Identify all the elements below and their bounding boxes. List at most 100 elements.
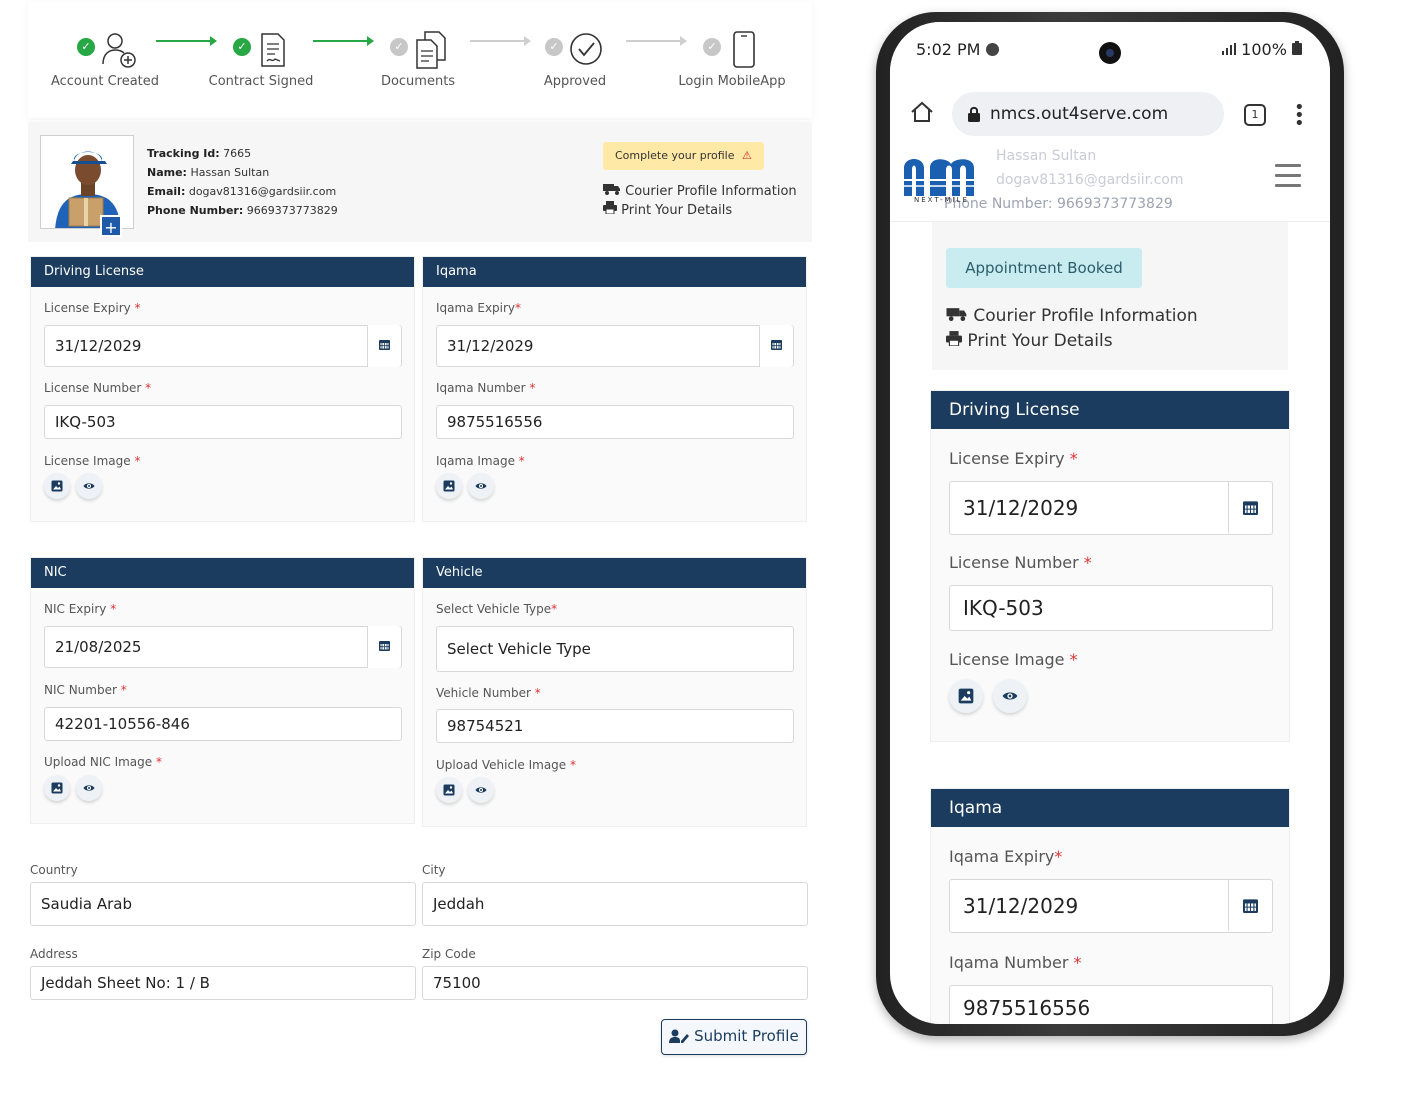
nic-expiry-input[interactable]: 21/08/2025 — [44, 626, 402, 668]
calendar-button[interactable] — [1228, 879, 1272, 931]
upload-image-button[interactable] — [949, 679, 983, 713]
license-expiry-input[interactable]: 31/12/2029 — [44, 325, 402, 367]
battery-icon — [1292, 41, 1302, 55]
iqama-panel: Iqama Iqama Expiry* 31/12/2029 Iqama Num… — [422, 256, 807, 522]
license-number-input[interactable]: IKQ-503 — [949, 585, 1273, 631]
country-input[interactable]: Saudia Arab — [30, 882, 416, 926]
hamburger-menu-icon[interactable] — [1275, 164, 1301, 194]
calendar-button[interactable] — [367, 626, 401, 668]
tracking-value: 7665 — [223, 147, 252, 160]
truck-icon — [946, 308, 967, 321]
print-details-link[interactable]: Print Your Details — [603, 201, 797, 220]
license-image-label: License Image * — [44, 454, 141, 468]
step-label: Approved — [543, 74, 607, 89]
mobile-icon — [733, 31, 755, 68]
city-input[interactable]: Jeddah — [422, 882, 808, 926]
warning-badge-text: Complete your profile — [615, 149, 735, 162]
mobile-courier-profile-link[interactable]: Courier Profile Information — [946, 304, 1198, 329]
vehicle-type-select[interactable]: Select Vehicle Type — [436, 626, 794, 672]
ghost-email: dogav81316@gardsiir.com — [996, 172, 1184, 188]
iqama-expiry-label: Iqama Expiry* — [436, 301, 522, 315]
iqama-number-input[interactable]: 9875516556 — [436, 405, 794, 439]
submit-profile-button[interactable]: Submit Profile — [661, 1019, 807, 1055]
zip-code-label: Zip Code — [422, 947, 476, 961]
step-label: Account Created — [50, 74, 160, 89]
step-contract-signed: ✓ Contract Signed — [186, 30, 336, 89]
check-icon: ✓ — [545, 38, 563, 56]
vehicle-image-actions — [436, 777, 494, 803]
upload-image-button[interactable] — [44, 775, 70, 801]
courier-profile-link[interactable]: Courier Profile Information — [603, 182, 797, 201]
view-image-button[interactable] — [76, 473, 102, 499]
city-label: City — [422, 863, 446, 877]
upload-image-button[interactable] — [44, 473, 70, 499]
view-image-button[interactable] — [468, 473, 494, 499]
mobile-print-details-label: Print Your Details — [967, 331, 1113, 351]
browser-menu-icon[interactable]: • • • — [1294, 99, 1305, 133]
url-bar[interactable]: nmcs.out4serve.com — [952, 92, 1224, 136]
url-text: nmcs.out4serve.com — [990, 104, 1169, 124]
calendar-button[interactable] — [1228, 481, 1272, 533]
address-input[interactable]: Jeddah Sheet No: 1 / B — [30, 966, 416, 1000]
iqama-expiry-input[interactable]: 31/12/2029 — [436, 325, 794, 367]
contract-icon — [261, 33, 285, 67]
nic-number-input[interactable]: 42201-10556-846 — [44, 707, 402, 741]
phone-label: Phone Number: — [147, 204, 244, 217]
upload-image-button[interactable] — [436, 777, 462, 803]
appointment-booked-badge: Appointment Booked — [946, 248, 1142, 288]
iqama-expiry-input[interactable]: 31/12/2029 — [949, 879, 1273, 933]
license-number-value: IKQ-503 — [55, 413, 116, 431]
status-signal: 100% — [1222, 40, 1302, 59]
home-icon[interactable] — [910, 100, 934, 124]
mobile-print-details-link[interactable]: Print Your Details — [946, 329, 1198, 354]
nic-expiry-value: 21/08/2025 — [55, 638, 142, 656]
image-icon — [51, 480, 63, 492]
add-photo-button[interactable]: + — [100, 215, 122, 237]
iqama-expiry-label: Iqama Expiry* — [949, 847, 1063, 866]
license-image-actions — [949, 679, 1027, 713]
vehicle-number-input[interactable]: 98754521 — [436, 709, 794, 743]
check-icon: ✓ — [703, 38, 721, 56]
logo-tagline: NEXT-MILE — [914, 196, 969, 204]
site-header: Hassan Sultan dogav81316@gardsiir.com Ph… — [890, 140, 1330, 222]
calendar-button[interactable] — [759, 325, 793, 367]
calendar-icon — [1243, 501, 1258, 515]
zip-code-input[interactable]: 75100 — [422, 966, 808, 1000]
lock-icon — [968, 106, 980, 122]
nic-expiry-label: NIC Expiry * — [44, 602, 117, 616]
upload-image-button[interactable] — [436, 473, 462, 499]
eye-icon — [83, 483, 95, 489]
front-camera-icon — [1099, 42, 1121, 64]
license-expiry-value: 31/12/2029 — [963, 496, 1079, 520]
progress-stepper: ✓ Account Created ✓ Contract Signed ✓ Do… — [28, 2, 812, 118]
user-edit-icon — [669, 1029, 690, 1043]
iqama-number-input[interactable]: 9875516556 — [949, 985, 1273, 1024]
iqama-expiry-value: 31/12/2029 — [447, 337, 534, 355]
country-label: Country — [30, 863, 78, 877]
check-icon: ✓ — [233, 38, 251, 56]
view-image-button[interactable] — [76, 775, 102, 801]
print-icon — [603, 201, 617, 215]
vehicle-type-label: Select Vehicle Type* — [436, 602, 558, 616]
browser-toolbar: nmcs.out4serve.com 1 • • • — [890, 82, 1330, 140]
next-mile-logo[interactable]: NEXT-MILE — [902, 150, 994, 212]
eye-icon — [1002, 692, 1018, 700]
license-image-label: License Image * — [949, 650, 1078, 669]
user-plus-icon — [102, 33, 136, 68]
nic-image-label: Upload NIC Image * — [44, 755, 162, 769]
nic-panel: NIC NIC Expiry * 21/08/2025 NIC Number *… — [30, 557, 415, 824]
license-number-label: License Number * — [44, 381, 152, 395]
calendar-button[interactable] — [367, 325, 401, 367]
eye-icon — [83, 785, 95, 791]
license-number-input[interactable]: IKQ-503 — [44, 405, 402, 439]
iqama-number-value: 9875516556 — [963, 996, 1091, 1020]
license-number-value: IKQ-503 — [963, 596, 1044, 620]
license-expiry-input[interactable]: 31/12/2029 — [949, 481, 1273, 535]
panel-title: Iqama — [931, 789, 1289, 827]
view-image-button[interactable] — [993, 679, 1027, 713]
tab-switcher-icon[interactable]: 1 — [1244, 104, 1266, 126]
license-expiry-value: 31/12/2029 — [55, 337, 142, 355]
license-expiry-label: License Expiry * — [44, 301, 141, 315]
view-image-button[interactable] — [468, 777, 494, 803]
mobile-profile-card: Appointment Booked Courier Profile Infor… — [932, 222, 1288, 370]
